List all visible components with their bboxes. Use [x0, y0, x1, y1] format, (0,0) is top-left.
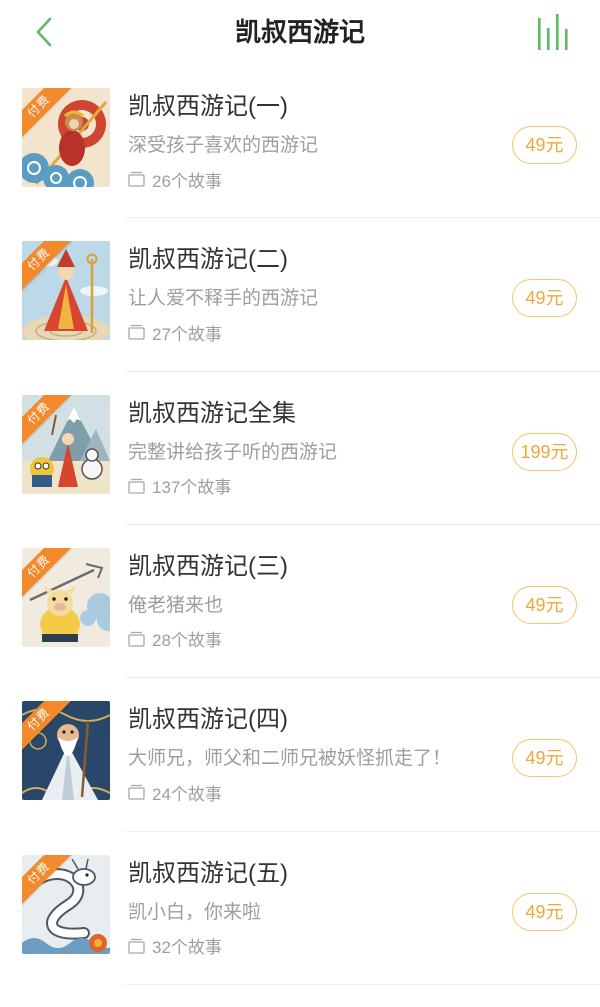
album-title: 凯叔西游记(一) [128, 93, 288, 120]
folder-icon [128, 785, 145, 800]
story-count: 27个故事 [128, 320, 222, 344]
album-subtitle: 大师兄，师父和二师兄被妖怪抓走了！ [128, 748, 452, 770]
now-playing-button[interactable] [534, 12, 572, 52]
story-count: 26个故事 [128, 167, 222, 191]
story-count: 24个故事 [128, 780, 222, 804]
album-list-screen: 凯叔西游记 付费 凯叔西游记(一) 深受孩子喜欢的西游记 26个故事 49元 付… [0, 0, 600, 1007]
story-count-label: 26个故事 [152, 171, 222, 191]
album-title: 凯叔西游记全集 [128, 399, 296, 427]
album-row[interactable]: 付费 凯叔西游记(三) 俺老猪来也 28个故事 49元 [0, 525, 600, 679]
story-count-label: 32个故事 [152, 938, 222, 958]
story-count-label: 28个故事 [152, 631, 222, 651]
price-button[interactable]: 49元 [512, 279, 577, 318]
story-count-label: 137个故事 [152, 478, 232, 498]
album-row[interactable]: 付费 凯叔西游记(四) 大师兄，师父和二师兄被妖怪抓走了！ 24个故事 49元 [0, 678, 600, 832]
album-row[interactable]: 付费 凯叔西游记全集 完整讲给孩子听的西游记 137个故事 199元 [0, 372, 600, 525]
nav-header: 凯叔西游记 [0, 0, 600, 65]
story-count: 32个故事 [128, 934, 222, 958]
album-title: 凯叔西游记(二) [128, 246, 288, 274]
folder-icon [128, 171, 145, 187]
album-subtitle: 俺老猪来也 [128, 594, 224, 616]
story-count: 137个故事 [128, 474, 231, 498]
album-cover: 付费 [22, 854, 110, 954]
folder-icon [128, 325, 145, 340]
price-button[interactable]: 199元 [512, 432, 577, 471]
album-list: 付费 凯叔西游记(一) 深受孩子喜欢的西游记 26个故事 49元 付费 凯叔西游… [0, 65, 600, 985]
album-cover: 付费 [22, 241, 110, 341]
price-button[interactable]: 49元 [512, 126, 577, 164]
album-subtitle: 完整讲给孩子听的西游记 [128, 441, 338, 463]
album-row[interactable]: 付费 凯叔西游记(五) 凯小白，你来啦 32个故事 49元 [0, 832, 600, 985]
row-divider [126, 983, 600, 985]
page-title: 凯叔西游记 [234, 17, 365, 47]
story-count-label: 27个故事 [152, 324, 222, 344]
folder-icon [128, 938, 145, 954]
album-title: 凯叔西游记(四) [128, 706, 288, 734]
album-subtitle: 让人爱不释手的西游记 [128, 288, 319, 310]
price-button[interactable]: 49元 [512, 585, 577, 624]
album-cover: 付费 [22, 701, 110, 801]
album-cover: 付费 [22, 547, 110, 647]
album-row[interactable]: 付费 凯叔西游记(一) 深受孩子喜欢的西游记 26个故事 49元 [0, 65, 600, 219]
album-title: 凯叔西游记(三) [128, 552, 288, 580]
back-button[interactable] [32, 14, 58, 50]
story-count: 28个故事 [128, 627, 222, 651]
album-subtitle: 凯小白，你来啦 [128, 901, 262, 923]
album-cover: 付费 [22, 88, 110, 187]
folder-icon [128, 478, 145, 494]
price-button[interactable]: 49元 [512, 739, 577, 778]
album-subtitle: 深受孩子喜欢的西游记 [128, 135, 319, 156]
price-button[interactable]: 49元 [512, 892, 577, 931]
story-count-label: 24个故事 [152, 784, 222, 804]
audio-bars-icon [538, 14, 568, 50]
folder-icon [128, 631, 145, 647]
album-cover: 付费 [22, 394, 110, 494]
chevron-left-icon [36, 17, 52, 47]
album-title: 凯叔西游记(五) [128, 859, 288, 887]
album-row[interactable]: 付费 凯叔西游记(二) 让人爱不释手的西游记 27个故事 49元 [0, 218, 600, 372]
